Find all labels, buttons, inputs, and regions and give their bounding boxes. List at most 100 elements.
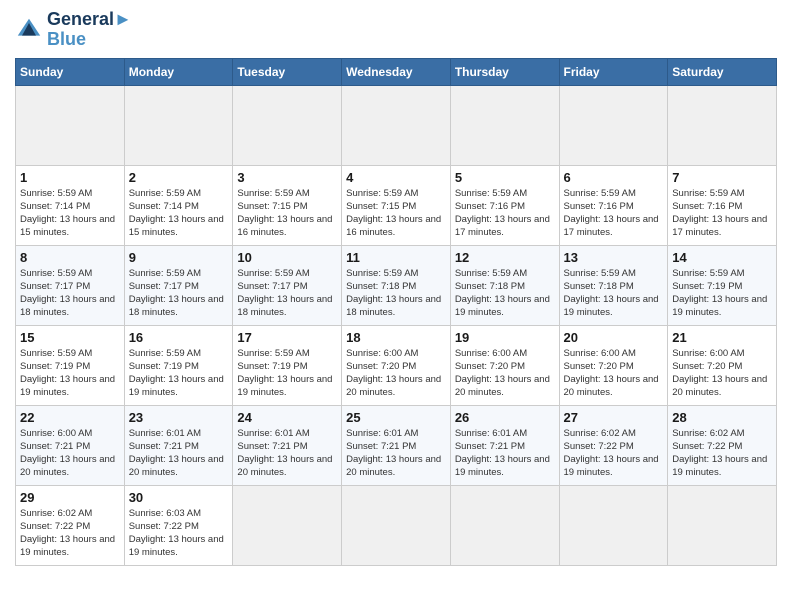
day-info: Sunrise: 5:59 AM Sunset: 7:17 PM Dayligh… bbox=[20, 267, 120, 320]
calendar-cell: 18 Sunrise: 6:00 AM Sunset: 7:20 PM Dayl… bbox=[342, 325, 451, 405]
day-number: 16 bbox=[129, 330, 229, 345]
logo: General► Blue bbox=[15, 10, 132, 50]
day-number: 27 bbox=[564, 410, 664, 425]
logo-text: General► Blue bbox=[47, 10, 132, 50]
day-info: Sunrise: 6:03 AM Sunset: 7:22 PM Dayligh… bbox=[129, 507, 229, 560]
day-info: Sunrise: 5:59 AM Sunset: 7:18 PM Dayligh… bbox=[564, 267, 664, 320]
day-info: Sunrise: 5:59 AM Sunset: 7:18 PM Dayligh… bbox=[346, 267, 446, 320]
day-info: Sunrise: 5:59 AM Sunset: 7:16 PM Dayligh… bbox=[455, 187, 555, 240]
day-header-sunday: Sunday bbox=[16, 58, 125, 85]
day-info: Sunrise: 5:59 AM Sunset: 7:19 PM Dayligh… bbox=[129, 347, 229, 400]
calendar-cell: 25 Sunrise: 6:01 AM Sunset: 7:21 PM Dayl… bbox=[342, 405, 451, 485]
calendar-cell: 10 Sunrise: 5:59 AM Sunset: 7:17 PM Dayl… bbox=[233, 245, 342, 325]
day-info: Sunrise: 6:01 AM Sunset: 7:21 PM Dayligh… bbox=[455, 427, 555, 480]
day-number: 24 bbox=[237, 410, 337, 425]
header: General► Blue bbox=[15, 10, 777, 50]
calendar-cell: 9 Sunrise: 5:59 AM Sunset: 7:17 PM Dayli… bbox=[124, 245, 233, 325]
calendar-cell: 6 Sunrise: 5:59 AM Sunset: 7:16 PM Dayli… bbox=[559, 165, 668, 245]
day-info: Sunrise: 5:59 AM Sunset: 7:17 PM Dayligh… bbox=[129, 267, 229, 320]
calendar-cell: 28 Sunrise: 6:02 AM Sunset: 7:22 PM Dayl… bbox=[668, 405, 777, 485]
logo-icon bbox=[15, 16, 43, 44]
day-info: Sunrise: 6:00 AM Sunset: 7:20 PM Dayligh… bbox=[346, 347, 446, 400]
calendar-cell: 3 Sunrise: 5:59 AM Sunset: 7:15 PM Dayli… bbox=[233, 165, 342, 245]
day-info: Sunrise: 5:59 AM Sunset: 7:19 PM Dayligh… bbox=[672, 267, 772, 320]
day-number: 8 bbox=[20, 250, 120, 265]
calendar-cell bbox=[124, 85, 233, 165]
day-header-monday: Monday bbox=[124, 58, 233, 85]
calendar-cell: 8 Sunrise: 5:59 AM Sunset: 7:17 PM Dayli… bbox=[16, 245, 125, 325]
day-number: 22 bbox=[20, 410, 120, 425]
day-number: 5 bbox=[455, 170, 555, 185]
calendar-cell: 23 Sunrise: 6:01 AM Sunset: 7:21 PM Dayl… bbox=[124, 405, 233, 485]
day-number: 12 bbox=[455, 250, 555, 265]
day-info: Sunrise: 5:59 AM Sunset: 7:16 PM Dayligh… bbox=[672, 187, 772, 240]
day-header-friday: Friday bbox=[559, 58, 668, 85]
calendar-cell: 16 Sunrise: 5:59 AM Sunset: 7:19 PM Dayl… bbox=[124, 325, 233, 405]
day-number: 23 bbox=[129, 410, 229, 425]
day-info: Sunrise: 6:00 AM Sunset: 7:21 PM Dayligh… bbox=[20, 427, 120, 480]
day-number: 4 bbox=[346, 170, 446, 185]
day-info: Sunrise: 6:02 AM Sunset: 7:22 PM Dayligh… bbox=[564, 427, 664, 480]
calendar-cell bbox=[668, 485, 777, 565]
day-number: 18 bbox=[346, 330, 446, 345]
calendar-cell: 15 Sunrise: 5:59 AM Sunset: 7:19 PM Dayl… bbox=[16, 325, 125, 405]
calendar-cell: 24 Sunrise: 6:01 AM Sunset: 7:21 PM Dayl… bbox=[233, 405, 342, 485]
day-number: 2 bbox=[129, 170, 229, 185]
day-number: 28 bbox=[672, 410, 772, 425]
day-info: Sunrise: 6:00 AM Sunset: 7:20 PM Dayligh… bbox=[564, 347, 664, 400]
calendar-cell bbox=[559, 85, 668, 165]
day-info: Sunrise: 5:59 AM Sunset: 7:18 PM Dayligh… bbox=[455, 267, 555, 320]
day-info: Sunrise: 6:00 AM Sunset: 7:20 PM Dayligh… bbox=[455, 347, 555, 400]
calendar-cell: 5 Sunrise: 5:59 AM Sunset: 7:16 PM Dayli… bbox=[450, 165, 559, 245]
day-number: 10 bbox=[237, 250, 337, 265]
day-number: 26 bbox=[455, 410, 555, 425]
calendar-cell bbox=[668, 85, 777, 165]
day-number: 17 bbox=[237, 330, 337, 345]
day-number: 20 bbox=[564, 330, 664, 345]
day-info: Sunrise: 6:02 AM Sunset: 7:22 PM Dayligh… bbox=[672, 427, 772, 480]
calendar-cell: 14 Sunrise: 5:59 AM Sunset: 7:19 PM Dayl… bbox=[668, 245, 777, 325]
day-info: Sunrise: 5:59 AM Sunset: 7:14 PM Dayligh… bbox=[129, 187, 229, 240]
day-info: Sunrise: 5:59 AM Sunset: 7:19 PM Dayligh… bbox=[237, 347, 337, 400]
day-number: 1 bbox=[20, 170, 120, 185]
calendar-cell bbox=[16, 85, 125, 165]
day-number: 29 bbox=[20, 490, 120, 505]
day-info: Sunrise: 6:00 AM Sunset: 7:20 PM Dayligh… bbox=[672, 347, 772, 400]
day-number: 30 bbox=[129, 490, 229, 505]
calendar-cell: 13 Sunrise: 5:59 AM Sunset: 7:18 PM Dayl… bbox=[559, 245, 668, 325]
calendar-cell: 21 Sunrise: 6:00 AM Sunset: 7:20 PM Dayl… bbox=[668, 325, 777, 405]
day-info: Sunrise: 6:01 AM Sunset: 7:21 PM Dayligh… bbox=[237, 427, 337, 480]
day-number: 6 bbox=[564, 170, 664, 185]
day-number: 3 bbox=[237, 170, 337, 185]
day-header-tuesday: Tuesday bbox=[233, 58, 342, 85]
day-number: 7 bbox=[672, 170, 772, 185]
calendar-cell bbox=[450, 485, 559, 565]
calendar-cell: 4 Sunrise: 5:59 AM Sunset: 7:15 PM Dayli… bbox=[342, 165, 451, 245]
day-info: Sunrise: 5:59 AM Sunset: 7:14 PM Dayligh… bbox=[20, 187, 120, 240]
day-number: 19 bbox=[455, 330, 555, 345]
calendar-cell: 26 Sunrise: 6:01 AM Sunset: 7:21 PM Dayl… bbox=[450, 405, 559, 485]
day-info: Sunrise: 6:02 AM Sunset: 7:22 PM Dayligh… bbox=[20, 507, 120, 560]
day-info: Sunrise: 5:59 AM Sunset: 7:16 PM Dayligh… bbox=[564, 187, 664, 240]
calendar-cell: 11 Sunrise: 5:59 AM Sunset: 7:18 PM Dayl… bbox=[342, 245, 451, 325]
calendar-cell: 29 Sunrise: 6:02 AM Sunset: 7:22 PM Dayl… bbox=[16, 485, 125, 565]
day-header-wednesday: Wednesday bbox=[342, 58, 451, 85]
calendar-cell: 20 Sunrise: 6:00 AM Sunset: 7:20 PM Dayl… bbox=[559, 325, 668, 405]
calendar-cell bbox=[559, 485, 668, 565]
calendar-cell bbox=[342, 85, 451, 165]
calendar-cell bbox=[233, 485, 342, 565]
calendar-table: SundayMondayTuesdayWednesdayThursdayFrid… bbox=[15, 58, 777, 566]
calendar-cell: 17 Sunrise: 5:59 AM Sunset: 7:19 PM Dayl… bbox=[233, 325, 342, 405]
day-header-saturday: Saturday bbox=[668, 58, 777, 85]
day-info: Sunrise: 5:59 AM Sunset: 7:15 PM Dayligh… bbox=[346, 187, 446, 240]
day-info: Sunrise: 5:59 AM Sunset: 7:19 PM Dayligh… bbox=[20, 347, 120, 400]
calendar-cell: 1 Sunrise: 5:59 AM Sunset: 7:14 PM Dayli… bbox=[16, 165, 125, 245]
day-number: 15 bbox=[20, 330, 120, 345]
calendar-cell: 27 Sunrise: 6:02 AM Sunset: 7:22 PM Dayl… bbox=[559, 405, 668, 485]
calendar-cell: 22 Sunrise: 6:00 AM Sunset: 7:21 PM Dayl… bbox=[16, 405, 125, 485]
day-info: Sunrise: 6:01 AM Sunset: 7:21 PM Dayligh… bbox=[346, 427, 446, 480]
calendar-cell bbox=[233, 85, 342, 165]
calendar-cell bbox=[342, 485, 451, 565]
calendar-cell bbox=[450, 85, 559, 165]
day-number: 9 bbox=[129, 250, 229, 265]
